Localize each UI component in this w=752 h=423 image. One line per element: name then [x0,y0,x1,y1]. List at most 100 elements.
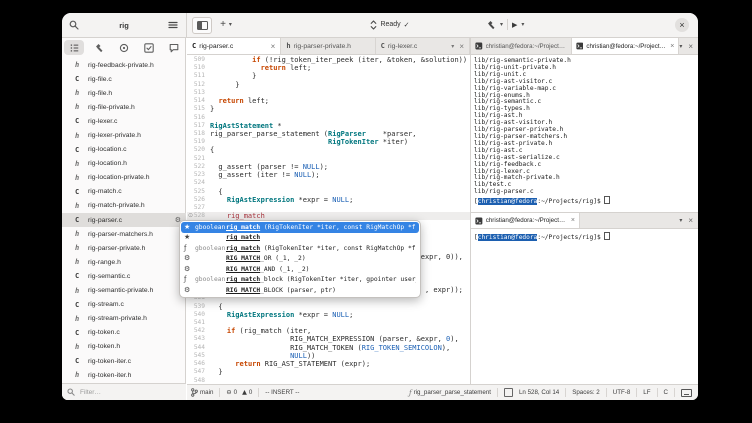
code-line[interactable]: 545 NULL)) [187,352,470,360]
file-row-rig-semantic.c[interactable]: Crig-semantic.c [62,269,186,283]
sidebar-pane-chat-icon[interactable] [164,40,184,55]
file-row-rig-token-iter.c[interactable]: Crig-token-iter.c [62,354,186,368]
code-line[interactable]: 525 { [187,188,470,196]
completion-row[interactable]: ƒ gboolean rig_match_block (RigTokenIter *… [181,275,419,286]
keyboard-button[interactable] [681,388,692,397]
tab-dropdown-icon[interactable]: ▾ [451,43,454,50]
file-row-rig-range.h[interactable]: h rig-range.h [62,255,186,269]
layout-button[interactable] [503,388,513,397]
file-row-rig-location.h[interactable]: h rig-location.h [62,157,186,171]
completion-row[interactable]: ⚙ RIG_MATCH_BLOCK (parser, ptr) [181,285,419,296]
run-play-icon[interactable]: ▶ [512,21,517,29]
line-number[interactable]: 523 [187,171,210,179]
code-line[interactable]: 522 g_assert (parser != NULL); [187,163,470,171]
code-line[interactable]: 540 RigAstExpression *expr = NULL; [187,311,470,319]
tab-list-caret-icon[interactable]: ▾ [679,217,682,224]
file-row-rig-token.h[interactable]: h rig-token.h [62,340,186,354]
code-line[interactable]: 526 RigAstExpression *expr = NULL; [187,196,470,204]
line-number[interactable]: 518 [187,130,210,138]
code-line[interactable]: 547 } [187,368,470,376]
file-row-rig-stream.c[interactable]: Crig-stream.c [62,298,186,312]
code-line[interactable]: 541 [187,319,470,327]
code-line[interactable]: 546 return RIG_AST_STATEMENT (expr); [187,360,470,368]
line-number[interactable]: 512 [187,81,210,89]
tab-list-caret-icon[interactable]: ▾ [679,43,682,50]
line-number[interactable]: 546 [187,360,210,368]
completion-row[interactable]: ★ gboolean rig_match (RigTokenIter *iter, … [181,222,419,233]
file-row-rig-file-private.h[interactable]: h rig-file-private.h [62,100,186,114]
tab-close-icon[interactable]: × [670,43,674,50]
line-number[interactable]: 521 [187,155,210,163]
file-row-rig-stream-private.h[interactable]: h rig-stream-private.h [62,312,186,326]
line-number[interactable]: 511 [187,72,210,80]
run-caret-icon[interactable]: ▾ [521,21,524,28]
line-ending-setting[interactable]: LF [643,389,650,396]
code-line[interactable]: 514 return left; [187,97,470,105]
sidebar-pane-globe-icon[interactable] [114,40,134,55]
terminal-output-top[interactable]: lib/rig-semantic-private.h lib/rig-unit-p… [471,56,698,213]
completion-row[interactable]: ⚙ RIG_MATCH_OR (_1, _2) [181,254,419,265]
file-row-rig-file.c[interactable]: Crig-file.c [62,72,186,86]
panel-toggle-button[interactable] [192,17,212,34]
line-number[interactable]: 542 [187,327,210,335]
code-line[interactable]: 511 } [187,72,470,80]
language-setting[interactable]: C [664,389,668,396]
file-row-rig-match-private.h[interactable]: h rig-match-private.h [62,199,186,213]
file-row-rig-match.c[interactable]: Crig-match.c [62,185,186,199]
line-number[interactable]: 539 [187,303,210,311]
line-number[interactable]: 516 [187,114,210,122]
panel-close-icon[interactable]: × [688,216,693,225]
code-line[interactable]: 512 } [187,81,470,89]
code-line[interactable]: 513 [187,89,470,97]
file-row-rig-lexer-private.h[interactable]: h rig-lexer-private.h [62,128,186,142]
tab-close-icon[interactable]: × [271,42,276,51]
window-close-button[interactable]: × [675,18,689,32]
file-row-rig-token.c[interactable]: Crig-token.c [62,326,186,340]
build-caret-icon[interactable]: ▾ [500,21,503,28]
line-number[interactable]: 541 [187,319,210,327]
completion-row[interactable]: ⚙ RIG_MATCH_AND (_1, _2) [181,264,419,275]
tab-close-icon[interactable]: × [571,217,575,224]
line-number[interactable]: 526 [187,196,210,204]
build-status-omnibar[interactable]: Ready ✓ [358,18,422,31]
editor-tab-rig-parser-private.h[interactable]: h rig-parser-private.h [281,38,376,54]
file-row-rig-location.c[interactable]: Crig-location.c [62,143,186,157]
code-line[interactable]: 521 [187,155,470,163]
code-line[interactable]: 544 RIG_MATCH_TOKEN (RIG_TOKEN_SEMICOLON… [187,344,470,352]
line-number[interactable]: 515 [187,105,210,113]
line-number[interactable]: 527 [187,204,210,212]
cursor-position[interactable]: Ln 528, Col 14 [519,389,559,396]
line-number[interactable]: 520 [187,146,210,154]
line-number[interactable]: 547 [187,368,210,376]
line-number[interactable]: 543 [187,335,210,343]
completion-row[interactable]: ★ rig_match [181,233,419,244]
file-row-rig-parser-private.h[interactable]: h rig-parser-private.h [62,241,186,255]
code-line[interactable]: 517 RigAstStatement * [187,122,470,130]
indent-setting[interactable]: Spaces: 2 [572,389,600,396]
file-row-rig-location-private.h[interactable]: h rig-location-private.h [62,171,186,185]
file-row-rig-file.h[interactable]: h rig-file.h [62,86,186,100]
line-number[interactable]: 519 [187,138,210,146]
line-number[interactable]: 544 [187,344,210,352]
code-line[interactable]: 543 RIG_MATCH_EXPRESSION (parser, &expr,… [187,335,470,343]
file-row-rig-semantic-private.h[interactable]: h rig-semantic-private.h [62,284,186,298]
line-number[interactable]: 540 [187,311,210,319]
code-line[interactable]: 542 if (rig_match (iter, [187,327,470,335]
diagnostics-indicator[interactable]: ⊖ 0 ▲ 0 [226,389,252,396]
line-number[interactable]: 525 [187,188,210,196]
line-number[interactable]: 548 [187,377,210,384]
file-row-rig-token-iter.h[interactable]: h rig-token-iter.h [62,368,186,382]
current-symbol[interactable]: ƒ rig_parser_parse_statement [409,389,491,397]
line-number[interactable]: 513 [187,89,210,97]
line-number[interactable]: 514 [187,97,210,105]
sidebar-pane-project-tree[interactable] [64,40,85,55]
terminal-tab[interactable]: christian@fedora:~/Projects/rig [471,38,572,54]
tab-close-icon[interactable]: × [459,42,464,51]
sidebar-pane-build-icon[interactable] [89,40,109,55]
file-row-rig-lexer.c[interactable]: Crig-lexer.c [62,114,186,128]
file-row-rig-parser.c[interactable]: Crig-parser.c ⚙ [62,213,186,228]
completion-row[interactable]: ƒ gboolean rig_match (RigTokenIter *iter, … [181,243,419,254]
line-number[interactable]: 524 [187,179,210,187]
terminal-tab[interactable]: christian@fedora:~/Projects/rig × [471,213,580,228]
code-line[interactable]: 548 [187,377,470,384]
